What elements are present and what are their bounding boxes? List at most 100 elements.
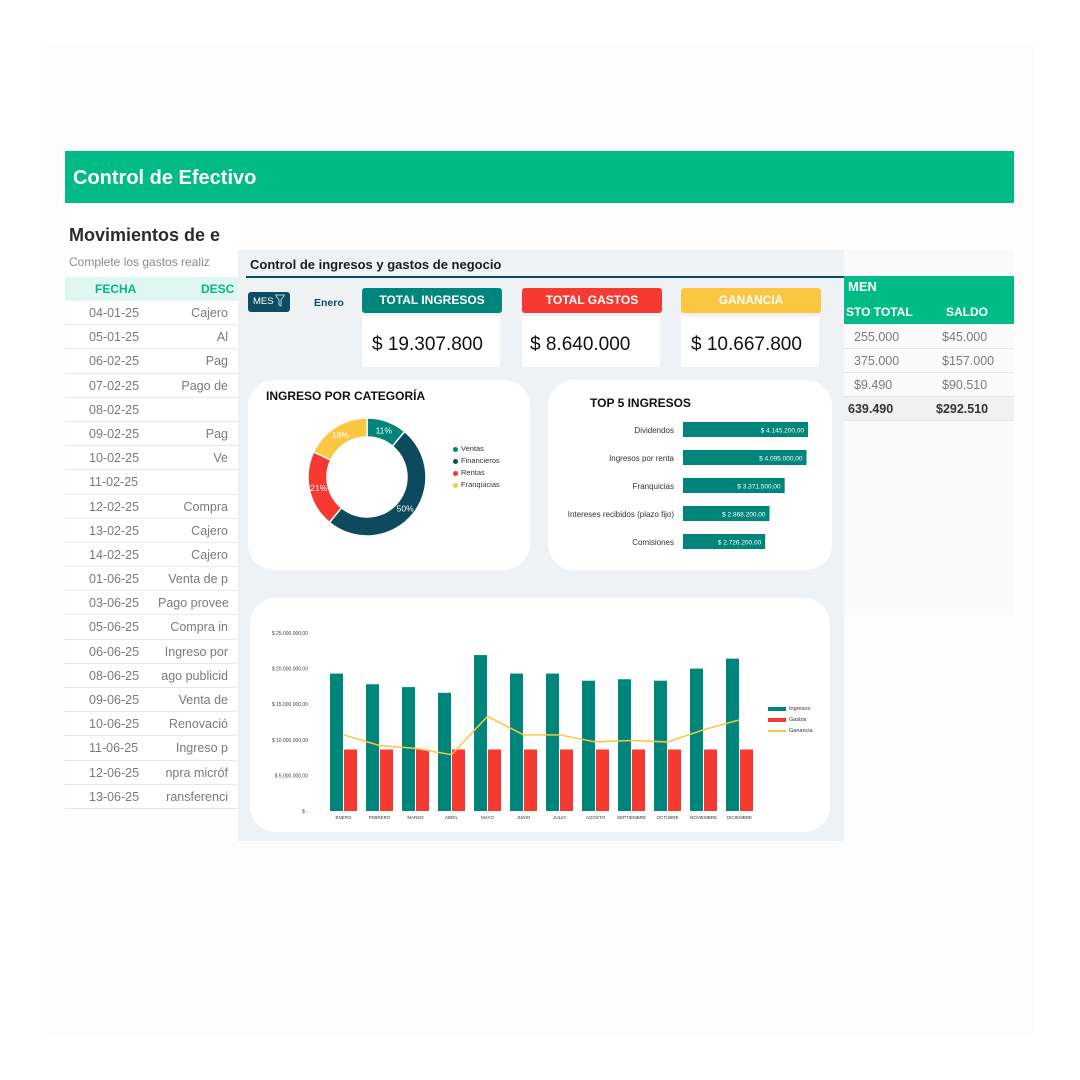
table-row: 05-01-25 Al [65, 325, 240, 350]
summary-row: 375.000 $157.000 [844, 349, 1014, 373]
description-cell[interactable]: Pago provee [158, 596, 228, 610]
table-row: 07-02-25 Pago de [65, 374, 240, 398]
date-cell[interactable]: 11-02-25 [89, 475, 138, 489]
date-cell[interactable]: 01-06-25 [89, 572, 139, 586]
month-filter-button[interactable]: MES [248, 292, 290, 312]
description-cell[interactable]: Pago de [158, 379, 228, 393]
ingresos-bar [654, 680, 667, 811]
legend-swatch [768, 717, 786, 722]
table-row: 09-02-25 Pag [65, 422, 240, 447]
table-row: 03-06-25 Pago provee [65, 591, 240, 616]
date-cell[interactable]: 12-06-25 [89, 766, 139, 780]
summary-saldo-cell[interactable]: $157.000 [942, 354, 994, 368]
ingresos-bar [582, 680, 595, 811]
date-cell[interactable]: 05-01-25 [89, 330, 139, 344]
description-cell[interactable]: Pag [158, 354, 228, 368]
gastos-bar [668, 749, 681, 811]
date-cell[interactable]: 05-06-25 [89, 620, 139, 634]
x-tick-label: AGOSTO [586, 815, 606, 820]
date-cell[interactable]: 08-02-25 [89, 403, 139, 417]
x-tick-label: SEPTIEMBRE [617, 815, 646, 820]
summary-saldo-cell[interactable]: $90.510 [942, 378, 987, 392]
x-tick-label: MAYO [481, 815, 494, 820]
donut-data-label: 21% [310, 483, 327, 493]
description-cell[interactable]: Compra in [158, 620, 228, 634]
date-cell[interactable]: 07-02-25 [89, 379, 139, 393]
column-header-total[interactable]: STO TOTAL [846, 305, 913, 319]
date-cell[interactable]: 03-06-25 [89, 596, 139, 610]
kpi-label-ingresos: TOTAL INGRESOS [362, 288, 502, 313]
kpi-value: $ 8.640.000 [530, 334, 631, 355]
table-row: 12-02-25 Compra [65, 495, 240, 519]
column-header-saldo[interactable]: SALDO [946, 305, 988, 319]
ingresos-bar [726, 658, 739, 811]
column-header-fecha[interactable]: FECHA [95, 282, 136, 296]
column-header-desc[interactable]: DESC [201, 282, 234, 296]
table-row: 09-06-25 Venta de [65, 688, 240, 713]
legend-label: Financieros [461, 456, 500, 465]
summary-saldo-cell[interactable]: $45.000 [942, 330, 987, 344]
description-cell[interactable]: Ingreso por [158, 645, 228, 659]
kpi-card-ingresos: $ 19.307.800 [362, 316, 500, 367]
legend-label: Ingresos [789, 706, 811, 712]
description-cell[interactable]: Pag [158, 427, 228, 441]
ingresos-bar [438, 692, 451, 811]
description-cell[interactable]: Ve [158, 451, 228, 465]
x-tick-label: MARZO [407, 815, 424, 820]
table-row: 01-06-25 Venta de p [65, 567, 240, 592]
summary-total-sum[interactable]: 639.490 [848, 402, 893, 416]
date-cell[interactable]: 10-06-25 [89, 717, 139, 731]
movements-subtitle: Complete los gastos realiz [69, 255, 210, 269]
description-cell[interactable]: ransferenci [158, 790, 228, 804]
ingresos-bar [366, 684, 379, 811]
description-cell[interactable]: Venta de [158, 693, 228, 707]
donut-data-label: 11% [376, 425, 393, 435]
month-filter-value: Enero [314, 297, 344, 309]
legend-swatch [453, 470, 458, 476]
summary-total-cell[interactable]: 255.000 [854, 330, 899, 344]
description-cell[interactable]: Venta de p [158, 572, 228, 586]
date-cell[interactable]: 13-06-25 [89, 790, 139, 804]
kpi-label-ganancia: GANANCIA [681, 288, 821, 313]
summary-saldo-sum[interactable]: $292.510 [936, 402, 988, 416]
summary-total-cell[interactable]: 375.000 [854, 354, 899, 368]
legend-label: Ganancia [789, 728, 813, 734]
description-cell[interactable]: Cajero [158, 306, 228, 320]
description-cell[interactable]: Cajero [158, 548, 228, 562]
ingresos-bar [330, 673, 343, 811]
date-cell[interactable]: 06-06-25 [89, 645, 139, 659]
date-cell[interactable]: 12-02-25 [89, 500, 139, 514]
table-row: 13-02-25 Cajero [65, 519, 240, 543]
table-row: 11-06-25 Ingreso p [65, 736, 240, 761]
summary-total-cell[interactable]: $9.490 [854, 378, 892, 392]
date-cell[interactable]: 14-02-25 [89, 548, 139, 562]
bar-value-label: $ 4.145.200,00 [761, 428, 805, 435]
description-cell[interactable]: npra micróf [158, 766, 228, 780]
date-cell[interactable]: 10-02-25 [89, 451, 139, 465]
date-cell[interactable]: 04-01-25 [89, 306, 139, 320]
date-cell[interactable]: 08-06-25 [89, 669, 139, 683]
summary-title: MEN [844, 276, 1014, 300]
date-cell[interactable]: 11-06-25 [89, 741, 138, 755]
month-filter-label: MES [253, 296, 274, 307]
filter-icon [275, 294, 285, 307]
date-cell[interactable]: 09-02-25 [89, 427, 139, 441]
description-cell[interactable]: Ingreso p [158, 741, 228, 755]
description-cell[interactable]: Compra [158, 500, 228, 514]
bar-category-label: Intereses recibidos (plazo fijo) [568, 510, 675, 519]
x-tick-label: JUNIO [517, 815, 531, 820]
legend-label: Ventas [461, 444, 484, 453]
date-cell[interactable]: 09-06-25 [89, 693, 139, 707]
description-cell[interactable]: Cajero [158, 524, 228, 538]
movements-title: Movimientos de e [69, 225, 221, 245]
description-cell[interactable]: Renovació [158, 717, 228, 731]
description-cell[interactable]: ago publicid [158, 669, 228, 683]
y-tick-label: $ 5.000.000,00 [275, 773, 309, 779]
gastos-bar [596, 749, 609, 811]
kpi-value: $ 19.307.800 [372, 334, 483, 355]
date-cell[interactable]: 13-02-25 [89, 524, 139, 538]
date-cell[interactable]: 06-02-25 [89, 354, 139, 368]
monthly-combo-chart: $ - $ 5.000.000,00 $ 10.000.000,00 $ 15.000… [272, 631, 753, 820]
monthly-chart-panel: $ - $ 5.000.000,00 $ 10.000.000,00 $ 15.000… [250, 598, 830, 832]
description-cell[interactable]: Al [158, 330, 228, 344]
